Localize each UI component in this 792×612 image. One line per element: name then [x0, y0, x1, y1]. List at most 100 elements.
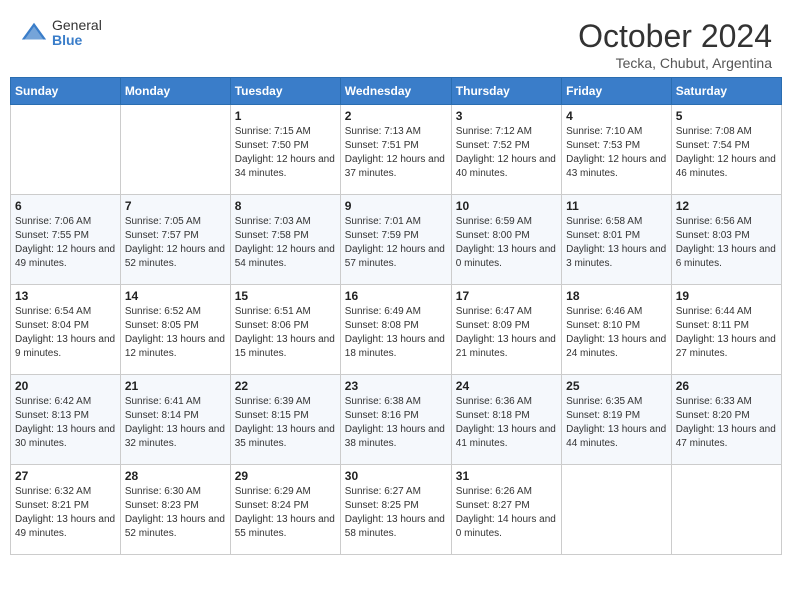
calendar-day-cell: 26 Sunrise: 6:33 AM Sunset: 8:20 PM Dayli… — [671, 375, 781, 465]
day-number: 14 — [125, 289, 226, 303]
calendar-day-cell — [671, 465, 781, 555]
day-info: Sunrise: 6:38 AM Sunset: 8:16 PM Dayligh… — [345, 395, 447, 451]
day-info: Sunrise: 6:41 AM Sunset: 8:14 PM Dayligh… — [125, 395, 226, 451]
day-number: 22 — [235, 379, 336, 393]
calendar-day-cell: 22 Sunrise: 6:39 AM Sunset: 8:15 PM Dayli… — [230, 375, 340, 465]
calendar-day-cell: 12 Sunrise: 6:56 AM Sunset: 8:03 PM Dayli… — [671, 195, 781, 285]
day-info: Sunrise: 6:56 AM Sunset: 8:03 PM Dayligh… — [676, 215, 777, 271]
weekday-header: Thursday — [451, 78, 561, 105]
weekday-header: Tuesday — [230, 78, 340, 105]
page-header: General Blue October 2024 Tecka, Chubut,… — [10, 10, 782, 77]
day-info: Sunrise: 6:29 AM Sunset: 8:24 PM Dayligh… — [235, 485, 336, 541]
calendar-day-cell: 18 Sunrise: 6:46 AM Sunset: 8:10 PM Dayli… — [562, 285, 672, 375]
calendar-day-cell — [562, 465, 672, 555]
calendar-day-cell: 13Sunrise: 6:54 AM Sunset: 8:04 PM Dayli… — [11, 285, 121, 375]
calendar-day-cell: 16 Sunrise: 6:49 AM Sunset: 8:08 PM Dayli… — [340, 285, 451, 375]
day-info: Sunrise: 7:15 AM Sunset: 7:50 PM Dayligh… — [235, 125, 336, 181]
day-info: Sunrise: 7:06 AM Sunset: 7:55 PM Dayligh… — [15, 215, 116, 271]
month-title: October 2024 — [578, 18, 772, 55]
day-number: 18 — [566, 289, 667, 303]
day-info: Sunrise: 6:42 AM Sunset: 8:13 PM Dayligh… — [15, 395, 116, 451]
calendar-day-cell: 10Sunrise: 6:59 AM Sunset: 8:00 PM Dayli… — [451, 195, 561, 285]
calendar-day-cell: 29Sunrise: 6:29 AM Sunset: 8:24 PM Dayli… — [230, 465, 340, 555]
calendar-day-cell: 3Sunrise: 7:12 AM Sunset: 7:52 PM Daylig… — [451, 105, 561, 195]
day-info: Sunrise: 6:54 AM Sunset: 8:04 PM Dayligh… — [15, 305, 116, 361]
day-info: Sunrise: 6:44 AM Sunset: 8:11 PM Dayligh… — [676, 305, 777, 361]
calendar-day-cell: 14 Sunrise: 6:52 AM Sunset: 8:05 PM Dayli… — [120, 285, 230, 375]
day-number: 12 — [676, 199, 777, 213]
day-number: 23 — [345, 379, 447, 393]
calendar-day-cell — [120, 105, 230, 195]
day-number: 11 — [566, 199, 667, 213]
calendar-day-cell: 1 Sunrise: 7:15 AM Sunset: 7:50 PM Daylig… — [230, 105, 340, 195]
calendar-week-row: 20 Sunrise: 6:42 AM Sunset: 8:13 PM Dayli… — [11, 375, 782, 465]
logo-icon — [20, 19, 48, 47]
day-info: Sunrise: 6:26 AM Sunset: 8:27 PM Dayligh… — [456, 485, 557, 541]
day-number: 17 — [456, 289, 557, 303]
calendar-day-cell: 9Sunrise: 7:01 AM Sunset: 7:59 PM Daylig… — [340, 195, 451, 285]
day-number: 24 — [456, 379, 557, 393]
calendar-day-cell: 25 Sunrise: 6:35 AM Sunset: 8:19 PM Dayli… — [562, 375, 672, 465]
calendar-week-row: 27 Sunrise: 6:32 AM Sunset: 8:21 PM Dayli… — [11, 465, 782, 555]
calendar-day-cell: 21 Sunrise: 6:41 AM Sunset: 8:14 PM Dayli… — [120, 375, 230, 465]
calendar-week-row: 6 Sunrise: 7:06 AM Sunset: 7:55 PM Daylig… — [11, 195, 782, 285]
calendar-week-row: 13Sunrise: 6:54 AM Sunset: 8:04 PM Dayli… — [11, 285, 782, 375]
calendar-day-cell: 27 Sunrise: 6:32 AM Sunset: 8:21 PM Dayli… — [11, 465, 121, 555]
weekday-header: Sunday — [11, 78, 121, 105]
day-info: Sunrise: 6:39 AM Sunset: 8:15 PM Dayligh… — [235, 395, 336, 451]
day-number: 26 — [676, 379, 777, 393]
calendar-day-cell: 4 Sunrise: 7:10 AM Sunset: 7:53 PM Daylig… — [562, 105, 672, 195]
calendar-day-cell: 11 Sunrise: 6:58 AM Sunset: 8:01 PM Dayli… — [562, 195, 672, 285]
day-info: Sunrise: 6:51 AM Sunset: 8:06 PM Dayligh… — [235, 305, 336, 361]
day-number: 27 — [15, 469, 116, 483]
day-number: 25 — [566, 379, 667, 393]
day-info: Sunrise: 6:33 AM Sunset: 8:20 PM Dayligh… — [676, 395, 777, 451]
day-number: 19 — [676, 289, 777, 303]
calendar-day-cell: 19 Sunrise: 6:44 AM Sunset: 8:11 PM Dayli… — [671, 285, 781, 375]
day-number: 5 — [676, 109, 777, 123]
day-number: 4 — [566, 109, 667, 123]
calendar-day-cell: 15Sunrise: 6:51 AM Sunset: 8:06 PM Dayli… — [230, 285, 340, 375]
weekday-header-row: SundayMondayTuesdayWednesdayThursdayFrid… — [11, 78, 782, 105]
weekday-header: Wednesday — [340, 78, 451, 105]
calendar-day-cell: 20 Sunrise: 6:42 AM Sunset: 8:13 PM Dayli… — [11, 375, 121, 465]
day-info: Sunrise: 6:36 AM Sunset: 8:18 PM Dayligh… — [456, 395, 557, 451]
day-number: 2 — [345, 109, 447, 123]
calendar-day-cell: 31Sunrise: 6:26 AM Sunset: 8:27 PM Dayli… — [451, 465, 561, 555]
logo: General Blue — [20, 18, 102, 49]
calendar-day-cell: 30Sunrise: 6:27 AM Sunset: 8:25 PM Dayli… — [340, 465, 451, 555]
weekday-header: Saturday — [671, 78, 781, 105]
logo-general: General — [52, 18, 102, 33]
day-info: Sunrise: 6:49 AM Sunset: 8:08 PM Dayligh… — [345, 305, 447, 361]
day-number: 21 — [125, 379, 226, 393]
calendar-week-row: 1 Sunrise: 7:15 AM Sunset: 7:50 PM Daylig… — [11, 105, 782, 195]
day-number: 7 — [125, 199, 226, 213]
day-info: Sunrise: 6:52 AM Sunset: 8:05 PM Dayligh… — [125, 305, 226, 361]
day-info: Sunrise: 6:46 AM Sunset: 8:10 PM Dayligh… — [566, 305, 667, 361]
day-info: Sunrise: 6:32 AM Sunset: 8:21 PM Dayligh… — [15, 485, 116, 541]
day-info: Sunrise: 6:58 AM Sunset: 8:01 PM Dayligh… — [566, 215, 667, 271]
calendar-day-cell: 24 Sunrise: 6:36 AM Sunset: 8:18 PM Dayli… — [451, 375, 561, 465]
location-subtitle: Tecka, Chubut, Argentina — [578, 55, 772, 71]
logo-blue: Blue — [52, 33, 102, 48]
calendar-day-cell: 17 Sunrise: 6:47 AM Sunset: 8:09 PM Dayli… — [451, 285, 561, 375]
day-number: 30 — [345, 469, 447, 483]
day-number: 6 — [15, 199, 116, 213]
calendar-day-cell: 5Sunrise: 7:08 AM Sunset: 7:54 PM Daylig… — [671, 105, 781, 195]
logo-text: General Blue — [52, 18, 102, 49]
weekday-header: Monday — [120, 78, 230, 105]
day-number: 8 — [235, 199, 336, 213]
day-info: Sunrise: 6:47 AM Sunset: 8:09 PM Dayligh… — [456, 305, 557, 361]
day-info: Sunrise: 6:30 AM Sunset: 8:23 PM Dayligh… — [125, 485, 226, 541]
day-info: Sunrise: 7:12 AM Sunset: 7:52 PM Dayligh… — [456, 125, 557, 181]
day-number: 28 — [125, 469, 226, 483]
day-number: 1 — [235, 109, 336, 123]
day-number: 20 — [15, 379, 116, 393]
day-info: Sunrise: 7:13 AM Sunset: 7:51 PM Dayligh… — [345, 125, 447, 181]
calendar-day-cell: 23 Sunrise: 6:38 AM Sunset: 8:16 PM Dayli… — [340, 375, 451, 465]
day-info: Sunrise: 6:59 AM Sunset: 8:00 PM Dayligh… — [456, 215, 557, 271]
calendar-day-cell — [11, 105, 121, 195]
day-number: 16 — [345, 289, 447, 303]
day-info: Sunrise: 6:35 AM Sunset: 8:19 PM Dayligh… — [566, 395, 667, 451]
day-info: Sunrise: 7:10 AM Sunset: 7:53 PM Dayligh… — [566, 125, 667, 181]
